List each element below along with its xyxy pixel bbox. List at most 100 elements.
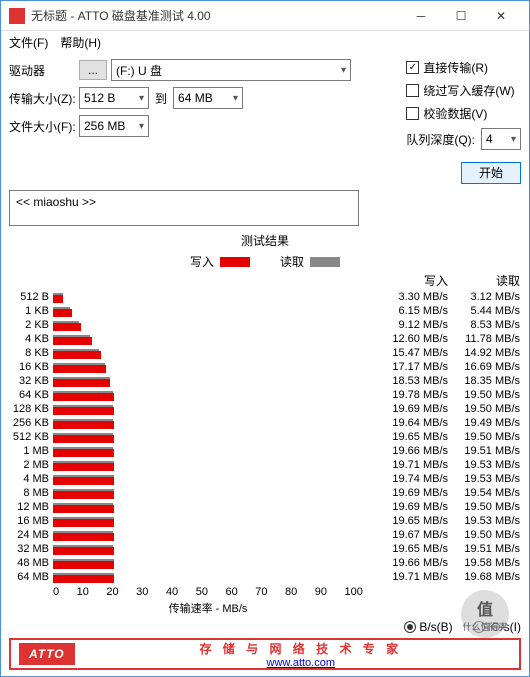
chart-ylabel: 64 KB — [9, 388, 49, 402]
titlebar[interactable]: 无标题 - ATTO 磁盘基准测试 4.00 ─ ☐ ✕ — [1, 1, 529, 31]
write-bar — [53, 547, 114, 555]
write-value: 19.71 MB/s — [376, 458, 448, 472]
maximize-button[interactable]: ☐ — [441, 1, 481, 31]
minimize-button[interactable]: ─ — [401, 1, 441, 31]
chart-ylabel: 32 MB — [9, 542, 49, 556]
write-bar — [53, 491, 114, 499]
read-value: 19.50 MB/s — [448, 430, 520, 444]
bypass-cache-checkbox[interactable]: 绕过写入缓存(W) — [406, 82, 521, 99]
write-bar — [53, 337, 92, 345]
file-size-label: 文件大小(F): — [9, 118, 79, 135]
xaxis-label: 传输速率 - MB/s — [53, 600, 363, 616]
write-value: 19.65 MB/s — [376, 514, 448, 528]
watermark-icon: 值 什么值得买 — [461, 590, 509, 638]
bar-row — [53, 556, 376, 570]
checkbox-icon — [406, 84, 419, 97]
bar-row — [53, 514, 376, 528]
to-label: 到 — [155, 90, 167, 107]
checkbox-icon — [406, 107, 419, 120]
queue-depth-select[interactable]: 4▾ — [481, 128, 521, 150]
file-size-select[interactable]: 256 MB▾ — [79, 115, 149, 137]
write-value: 19.78 MB/s — [376, 388, 448, 402]
write-value: 12.60 MB/s — [376, 332, 448, 346]
write-bar — [53, 463, 114, 471]
chart-ylabel: 512 KB — [9, 430, 49, 444]
chart-ylabel: 8 KB — [9, 346, 49, 360]
chart-ylabel: 12 MB — [9, 500, 49, 514]
read-value: 18.35 MB/s — [448, 374, 520, 388]
write-bar — [53, 477, 114, 485]
write-value: 19.66 MB/s — [376, 556, 448, 570]
chart-ylabel: 64 MB — [9, 570, 49, 584]
description-input[interactable]: << miaoshu >> — [9, 190, 359, 226]
bar-row — [53, 528, 376, 542]
write-swatch-icon — [220, 257, 250, 267]
write-value: 19.65 MB/s — [376, 430, 448, 444]
bar-row — [53, 346, 376, 360]
verify-checkbox[interactable]: 校验数据(V) — [406, 105, 521, 122]
write-value: 19.71 MB/s — [376, 570, 448, 584]
radio-icon — [404, 621, 416, 633]
bar-row — [53, 290, 376, 304]
write-value: 18.53 MB/s — [376, 374, 448, 388]
read-value: 11.78 MB/s — [448, 332, 520, 346]
chart-ylabel: 4 KB — [9, 332, 49, 346]
drive-label: 驱动器 — [9, 62, 79, 79]
chart-ylabel: 24 MB — [9, 528, 49, 542]
legend-read: 读取 — [280, 253, 340, 270]
chevron-down-icon: ▾ — [511, 134, 516, 145]
bar-row — [53, 318, 376, 332]
chart-ylabel: 16 MB — [9, 514, 49, 528]
start-button[interactable]: 开始 — [461, 162, 521, 184]
chart: 512 B1 KB2 KB4 KB8 KB16 KB32 KB64 KB128 … — [9, 274, 521, 584]
direct-io-checkbox[interactable]: ✓ 直接传输(R) — [406, 59, 521, 76]
menu-file[interactable]: 文件(F) — [9, 34, 48, 51]
xtick: 70 — [255, 586, 267, 598]
drive-select[interactable]: (F:) U 盘▾ — [111, 59, 351, 81]
read-value: 19.53 MB/s — [448, 514, 520, 528]
menu-help[interactable]: 帮助(H) — [60, 34, 101, 51]
bar-row — [53, 416, 376, 430]
unit-bs-radio[interactable]: B/s(B) — [404, 620, 452, 634]
read-value: 19.53 MB/s — [448, 458, 520, 472]
write-value: 19.65 MB/s — [376, 542, 448, 556]
drive-browse-button[interactable]: ... — [79, 60, 107, 80]
write-value: 19.66 MB/s — [376, 444, 448, 458]
window-title: 无标题 - ATTO 磁盘基准测试 4.00 — [31, 7, 401, 24]
read-value: 14.92 MB/s — [448, 346, 520, 360]
chevron-down-icon: ▾ — [233, 93, 238, 104]
read-value: 8.53 MB/s — [448, 318, 520, 332]
bar-row — [53, 388, 376, 402]
close-button[interactable]: ✕ — [481, 1, 521, 31]
xtick: 90 — [315, 586, 327, 598]
xtick: 0 — [53, 586, 59, 598]
write-bar — [53, 407, 114, 415]
write-value: 19.67 MB/s — [376, 528, 448, 542]
size-to-select[interactable]: 64 MB▾ — [173, 87, 243, 109]
write-bar — [53, 323, 81, 331]
xtick: 60 — [225, 586, 237, 598]
write-value: 19.69 MB/s — [376, 486, 448, 500]
bar-row — [53, 542, 376, 556]
size-from-select[interactable]: 512 B▾ — [79, 87, 149, 109]
write-bar — [53, 435, 114, 443]
chart-ylabel: 512 B — [9, 290, 49, 304]
write-bar — [53, 449, 114, 457]
footer-url[interactable]: www.atto.com — [83, 657, 519, 669]
chevron-down-icon: ▾ — [139, 93, 144, 104]
write-value: 19.74 MB/s — [376, 472, 448, 486]
menubar: 文件(F) 帮助(H) — [1, 31, 529, 53]
write-bar — [53, 505, 114, 513]
read-value: 19.50 MB/s — [448, 388, 520, 402]
xtick: 30 — [136, 586, 148, 598]
write-bar — [53, 295, 63, 303]
bar-row — [53, 304, 376, 318]
read-value: 19.54 MB/s — [448, 486, 520, 500]
write-value: 19.69 MB/s — [376, 500, 448, 514]
xtick: 100 — [345, 586, 363, 598]
chevron-down-icon: ▾ — [341, 65, 346, 76]
read-value: 19.50 MB/s — [448, 500, 520, 514]
write-bar — [53, 351, 101, 359]
read-value: 19.58 MB/s — [448, 556, 520, 570]
write-value: 19.69 MB/s — [376, 402, 448, 416]
